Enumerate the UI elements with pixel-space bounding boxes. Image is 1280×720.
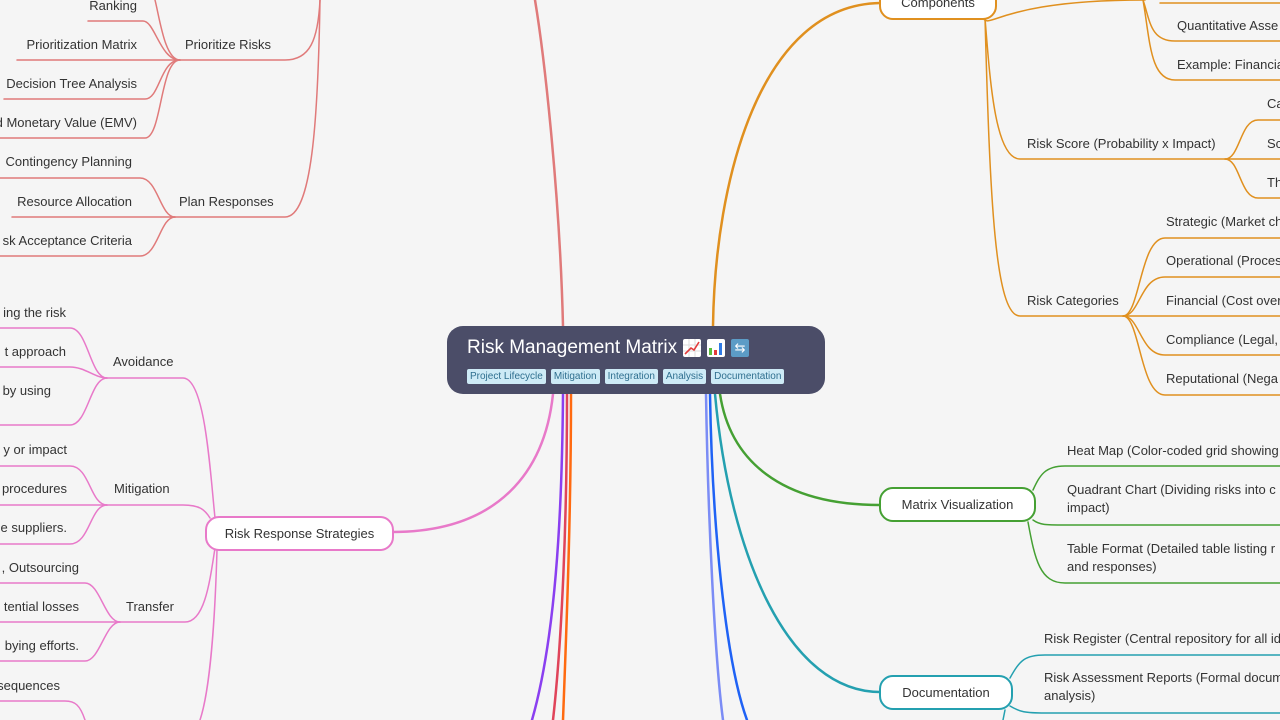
edge-doc-2 [1009, 705, 1280, 714]
node-more-1[interactable]: sequences [0, 677, 60, 695]
node-emv[interactable]: d Monetary Value (EMV) [0, 114, 137, 132]
node-contingency[interactable]: Contingency Planning [6, 153, 132, 171]
root-title: Risk Management Matrix [467, 337, 678, 358]
tag-project-lifecycle[interactable]: Project Lifecycle [467, 369, 546, 384]
node-decision-tree[interactable]: Decision Tree Analysis [6, 75, 137, 93]
node-avoidance-2[interactable]: t approach [5, 343, 66, 361]
repeat-arrows-icon: ⇆ [731, 339, 750, 357]
edge-more-1 [0, 700, 86, 720]
node-risk-assessment-reports-line1: Risk Assessment Reports (Formal docum [1044, 670, 1280, 685]
tag-documentation[interactable]: Documentation [711, 369, 785, 384]
node-prioritization-matrix[interactable]: Prioritization Matrix [26, 36, 137, 54]
edge-root-components [711, 1, 882, 328]
node-acceptance-criteria[interactable]: sk Acceptance Criteria [3, 232, 132, 250]
node-documentation-label: Documentation [902, 685, 990, 700]
edge-plan [174, 0, 321, 218]
node-transfer-1[interactable]: , Outsourcing [2, 559, 79, 577]
bar-chart-icon [707, 339, 726, 357]
node-avoidance-1[interactable]: ing the risk [3, 304, 66, 322]
edge-root-strategies [390, 392, 555, 534]
edge-root-documentation [713, 392, 882, 694]
node-risk-score-2[interactable]: Sc [1267, 135, 1280, 153]
edge-root-visualization [718, 392, 882, 507]
node-quadrant-chart-line1: Quadrant Chart (Dividing risks into c [1067, 482, 1276, 497]
node-documentation[interactable]: Documentation [879, 675, 1013, 710]
mindmap-canvas[interactable]: Risk Management Matrix ⇆ Project Lifecyc… [0, 0, 1280, 720]
node-resource-allocation[interactable]: Resource Allocation [17, 193, 132, 211]
root-title-row: Risk Management Matrix ⇆ [467, 336, 805, 360]
tag-integration[interactable]: Integration [604, 369, 658, 384]
node-prioritize-risks[interactable]: Prioritize Risks [185, 36, 271, 54]
node-mitigation-3[interactable]: e suppliers. [1, 519, 67, 537]
node-transfer-2[interactable]: tential losses [4, 598, 79, 616]
node-quadrant-chart[interactable]: Quadrant Chart (Dividing risks into c imp… [1067, 481, 1276, 517]
root-tags: Project Lifecycle Mitigation Integration… [467, 369, 805, 384]
node-category-compliance[interactable]: Compliance (Legal, [1166, 331, 1278, 349]
node-risk-score-1[interactable]: Ca [1267, 95, 1280, 113]
node-category-reputational[interactable]: Reputational (Nega [1166, 370, 1278, 388]
node-ranking[interactable]: Ranking [89, 0, 137, 15]
edge-comp-top [982, 0, 1146, 22]
node-transfer[interactable]: Transfer [126, 598, 174, 616]
edge-avoid-2 [0, 366, 108, 379]
node-quantitative-assessment[interactable]: Quantitative Asse [1177, 17, 1278, 35]
chart-increasing-icon [683, 339, 702, 357]
node-category-operational[interactable]: Operational (Proces [1166, 252, 1280, 270]
node-mitigation-1[interactable]: y or impact [3, 441, 67, 459]
node-heat-map[interactable]: Heat Map (Color-coded grid showing [1067, 442, 1279, 460]
edge-doc-3 [1002, 709, 1006, 720]
node-example-financial[interactable]: Example: Financia [1177, 56, 1280, 74]
node-risk-assessment-reports[interactable]: Risk Assessment Reports (Formal docum ana… [1044, 669, 1280, 705]
root-node[interactable]: Risk Management Matrix ⇆ Project Lifecyc… [447, 326, 825, 394]
edge-root-red-branch [533, 0, 565, 328]
node-mitigation[interactable]: Mitigation [114, 480, 170, 498]
node-matrix-visualization-label: Matrix Visualization [901, 497, 1014, 512]
node-components-label: Components [901, 0, 975, 10]
node-risk-assessment-reports-line2: analysis) [1044, 688, 1096, 703]
tag-analysis[interactable]: Analysis [662, 369, 707, 384]
node-components[interactable]: Components [879, 0, 997, 20]
node-quadrant-chart-line2: impact) [1067, 500, 1110, 515]
edge-risk-categories [984, 17, 1124, 317]
edge-mitigation [106, 504, 211, 519]
node-matrix-visualization[interactable]: Matrix Visualization [879, 487, 1036, 522]
node-avoidance[interactable]: Avoidance [113, 353, 173, 371]
node-risk-register[interactable]: Risk Register (Central repository for al… [1044, 630, 1280, 648]
node-table-format-line1: Table Format (Detailed table listing r [1067, 541, 1276, 556]
node-risk-score[interactable]: Risk Score (Probability x Impact) [1027, 135, 1216, 153]
node-category-strategic[interactable]: Strategic (Market ch [1166, 213, 1280, 231]
node-table-format[interactable]: Table Format (Detailed table listing r an… [1067, 540, 1275, 576]
tag-mitigation[interactable]: Mitigation [550, 369, 600, 384]
node-avoidance-3[interactable]: by using [3, 382, 51, 400]
node-plan-responses[interactable]: Plan Responses [179, 193, 274, 211]
node-table-format-line2: and responses) [1067, 559, 1157, 574]
edge-root-blue [708, 392, 749, 720]
node-transfer-3[interactable]: bying efforts. [5, 637, 79, 655]
node-risk-categories[interactable]: Risk Categories [1027, 292, 1119, 310]
edge-vis-2 [1032, 519, 1280, 526]
node-risk-response-strategies-label: Risk Response Strategies [224, 526, 375, 541]
edge-more [199, 549, 218, 720]
node-category-financial[interactable]: Financial (Cost over [1166, 292, 1280, 310]
node-risk-response-strategies[interactable]: Risk Response Strategies [205, 516, 394, 551]
node-risk-score-3[interactable]: Th [1267, 174, 1280, 192]
edge-ranking [154, 0, 181, 61]
node-mitigation-2[interactable]: procedures [2, 480, 67, 498]
